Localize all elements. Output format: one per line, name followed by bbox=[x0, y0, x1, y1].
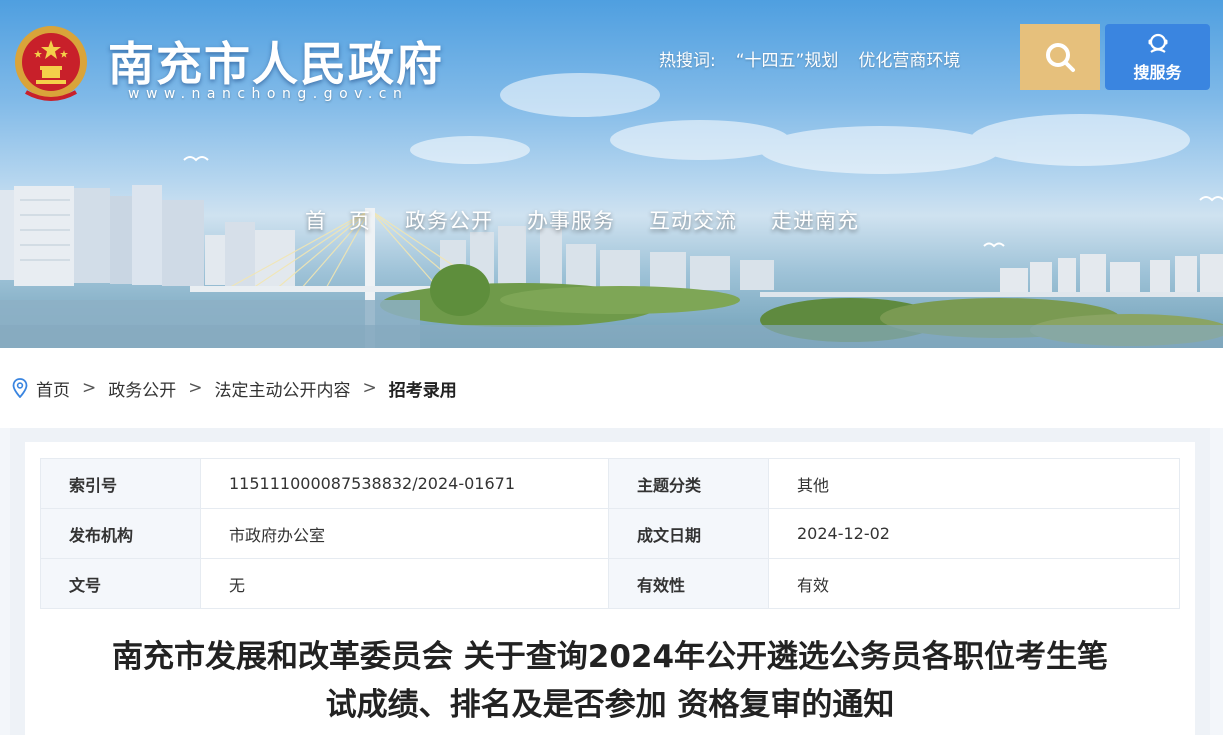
doc-no-label: 文号 bbox=[40, 558, 201, 609]
document-meta-table: 索引号 115111000087538832/2024-01671 主题分类 其… bbox=[40, 458, 1180, 609]
nav-item-about-nanchong[interactable]: 走进南充 bbox=[771, 205, 859, 235]
site-url: www.nanchong.gov.cn bbox=[128, 86, 409, 102]
index-no-value: 115111000087538832/2024-01671 bbox=[200, 458, 609, 509]
nav-item-gov-affairs[interactable]: 政务公开 bbox=[405, 205, 493, 235]
hot-search-words: 热搜词: “十四五”规划 优化营商环境 bbox=[659, 46, 960, 71]
national-emblem-icon bbox=[15, 26, 87, 101]
site-banner: 南充市人民政府 www.nanchong.gov.cn 热搜词: “十四五”规划… bbox=[0, 0, 1223, 348]
doc-no-value: 无 bbox=[200, 558, 609, 609]
site-title: 南充市人民政府 bbox=[108, 37, 444, 91]
date-label: 成文日期 bbox=[608, 508, 769, 559]
main-nav: 首 页 政务公开 办事服务 互动交流 走进南充 bbox=[305, 205, 859, 235]
hot-word-link[interactable]: “十四五”规划 bbox=[736, 46, 839, 71]
date-value: 2024-12-02 bbox=[768, 508, 1180, 559]
search-button[interactable] bbox=[1020, 24, 1100, 90]
category-label: 主题分类 bbox=[608, 458, 769, 509]
search-icon bbox=[1046, 43, 1075, 72]
index-no-label: 索引号 bbox=[40, 458, 201, 509]
service-search-label: 搜服务 bbox=[1133, 63, 1182, 82]
breadcrumb-separator: > bbox=[362, 378, 377, 398]
breadcrumb-statutory-disclosure[interactable]: 法定主动公开内容 bbox=[215, 376, 351, 401]
service-search-button[interactable]: 搜服务 bbox=[1105, 24, 1210, 90]
category-value: 其他 bbox=[768, 458, 1180, 509]
hot-search-label: 热搜词: bbox=[659, 51, 716, 71]
table-row: 文号 无 有效性 有效 bbox=[40, 558, 1180, 609]
validity-label: 有效性 bbox=[608, 558, 769, 609]
table-row: 发布机构 市政府办公室 成文日期 2024-12-02 bbox=[40, 508, 1180, 559]
location-pin-icon bbox=[12, 378, 28, 398]
breadcrumb-current: 招考录用 bbox=[388, 380, 457, 401]
validity-value: 有效 bbox=[768, 558, 1180, 609]
nav-item-interaction[interactable]: 互动交流 bbox=[649, 205, 737, 235]
article-title: 南充市发展和改革委员会 关于查询2024年公开遴选公务员各职位考生笔试成绩、排名… bbox=[111, 639, 1109, 723]
publisher-label: 发布机构 bbox=[40, 508, 201, 559]
table-row: 索引号 115111000087538832/2024-01671 主题分类 其… bbox=[40, 458, 1180, 509]
breadcrumb-gov-affairs[interactable]: 政务公开 bbox=[108, 376, 176, 401]
publisher-value: 市政府办公室 bbox=[200, 508, 609, 559]
breadcrumb: 首页 > 政务公开 > 法定主动公开内容 > 招考录用 bbox=[0, 348, 1223, 428]
article-card: 索引号 115111000087538832/2024-01671 主题分类 其… bbox=[25, 442, 1195, 735]
hot-word-link[interactable]: 优化营商环境 bbox=[858, 46, 960, 71]
breadcrumb-separator: > bbox=[82, 378, 97, 398]
nav-item-services[interactable]: 办事服务 bbox=[527, 205, 615, 235]
nav-item-home[interactable]: 首 页 bbox=[305, 205, 371, 235]
content-area: 索引号 115111000087538832/2024-01671 主题分类 其… bbox=[10, 428, 1210, 735]
breadcrumb-home[interactable]: 首页 bbox=[36, 376, 70, 401]
customer-service-icon bbox=[1148, 33, 1167, 53]
breadcrumb-separator: > bbox=[188, 378, 203, 398]
